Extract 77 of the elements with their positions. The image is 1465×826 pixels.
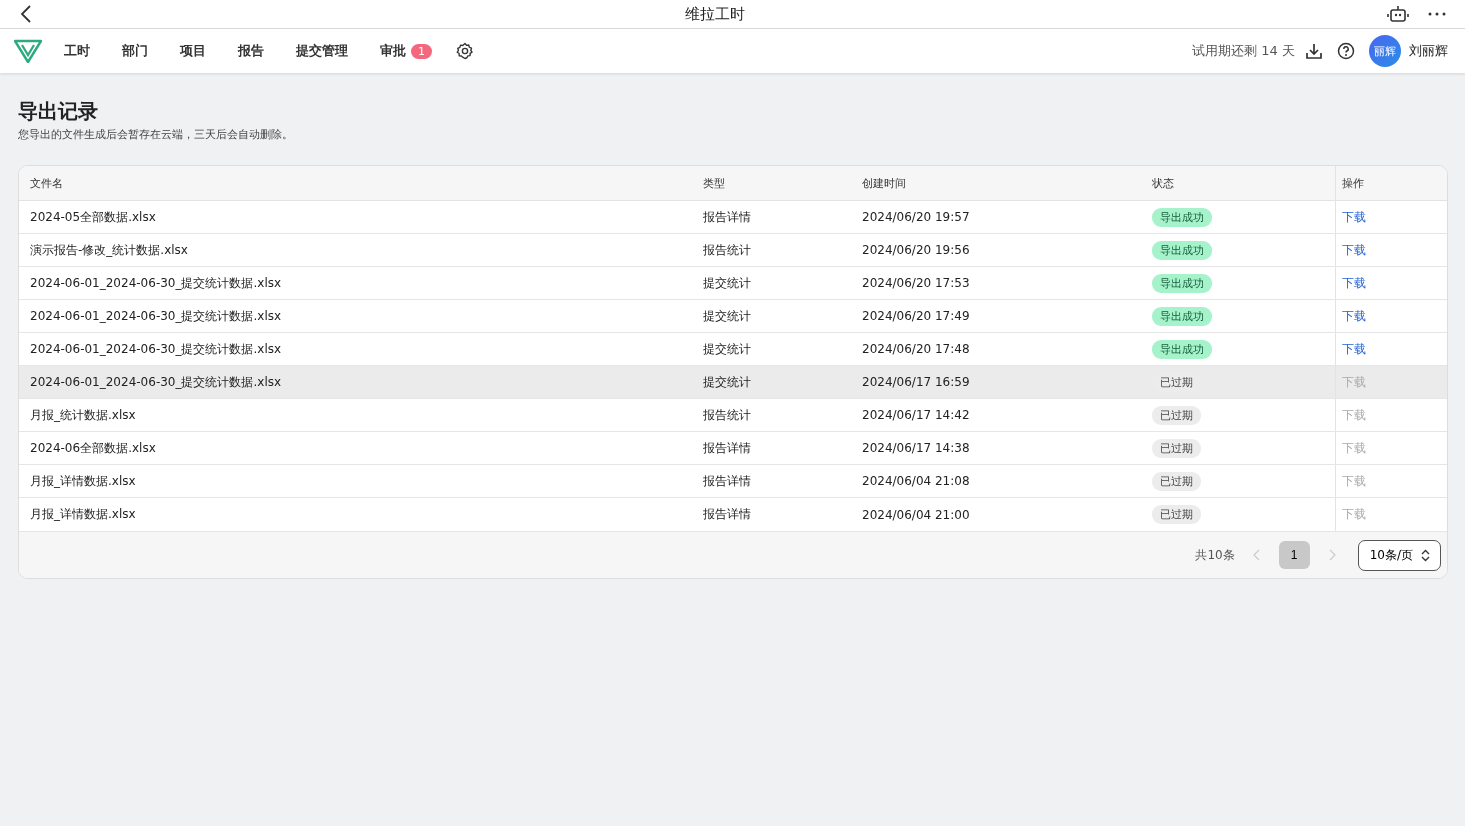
table-cell-text: 2024-06全部数据.xlsx <box>29 439 157 457</box>
table-cell-text: 2024/06/20 17:49 <box>861 308 971 325</box>
table-cell-text: 报告统计 <box>702 406 752 424</box>
logo-icon[interactable] <box>14 39 42 63</box>
nav-tab[interactable]: 审批 1 <box>380 38 432 64</box>
download-link[interactable]: 下载 <box>1342 208 1366 226</box>
table-cell-text: 2024/06/20 17:48 <box>861 341 971 358</box>
table-cell-text: 提交统计 <box>702 307 752 325</box>
table-cell-text: 提交统计 <box>702 340 752 358</box>
table-cell-text: 2024-06-01_2024-06-30_提交统计数据.xlsx <box>29 307 283 325</box>
table-cell-text: 2024/06/20 19:56 <box>861 242 971 259</box>
nav-tab[interactable]: 项目 <box>180 38 206 64</box>
column-header: 创建时间 <box>861 175 907 192</box>
window-title: 维拉工时 <box>683 4 746 24</box>
table-row[interactable]: 2024-06-01_2024-06-30_提交统计数据.xlsx 提交统计 2024/06/20 17:53 导出成功 下载 <box>19 267 1447 300</box>
download-link[interactable]: 下载 <box>1342 307 1366 325</box>
status-tag: 已过期 <box>1152 505 1201 524</box>
table-cell-text: 月报_详情数据.xlsx <box>29 506 137 523</box>
page-button[interactable]: 1 <box>1278 541 1310 569</box>
status-tag: 已过期 <box>1152 438 1201 458</box>
table-cell-text: 2024-05全部数据.xlsx <box>29 208 157 226</box>
table-cell-text: 报告详情 <box>702 472 752 490</box>
download-link[interactable]: 下载 <box>1342 340 1366 358</box>
user-name[interactable]: 刘丽辉 <box>1409 42 1448 60</box>
user-avatar[interactable]: 丽辉 <box>1369 35 1401 67</box>
table-cell-text: 2024/06/04 21:08 <box>861 473 971 490</box>
more-icon[interactable] <box>1427 11 1447 17</box>
table-cell-text: 2024-06-01_2024-06-30_提交统计数据.xlsx <box>29 373 283 391</box>
table-cell-text: 2024-06-01_2024-06-30_提交统计数据.xlsx <box>29 274 283 292</box>
nav-tab[interactable]: 提交管理 <box>296 38 348 64</box>
sort-caret-icon <box>1421 548 1430 562</box>
status-tag: 导出成功 <box>1152 207 1212 227</box>
status-tag: 已过期 <box>1152 405 1201 425</box>
table-row[interactable]: 2024-05全部数据.xlsx 报告详情 2024/06/20 19:57 导出成功 下载 <box>19 201 1447 234</box>
download-link[interactable]: 下载 <box>1342 274 1366 292</box>
count-badge: 1 <box>411 43 432 59</box>
table-cell-text: 2024/06/04 21:00 <box>861 506 971 524</box>
page-title: 导出记录 <box>18 98 99 125</box>
column-header: 类型 <box>702 175 726 192</box>
nav-tab[interactable]: 报告 <box>238 38 264 64</box>
table-cell-text: 报告详情 <box>702 439 752 457</box>
table-cell-text: 提交统计 <box>702 373 752 391</box>
status-tag: 导出成功 <box>1152 240 1212 260</box>
settings-icon[interactable] <box>456 42 474 60</box>
table-row[interactable]: 2024-06-01_2024-06-30_提交统计数据.xlsx 提交统计 2024/06/20 17:49 导出成功 下载 <box>19 300 1447 333</box>
total-count: 共10条 <box>1195 546 1235 564</box>
column-header: 状态 <box>1151 175 1175 192</box>
nav-tab[interactable]: 部门 <box>122 38 148 64</box>
page-size-select[interactable]: 10条/页 <box>1357 539 1441 571</box>
download-icon[interactable] <box>1305 42 1323 60</box>
status-tag: 导出成功 <box>1152 273 1212 293</box>
status-tag: 导出成功 <box>1152 306 1212 326</box>
help-icon[interactable] <box>1337 42 1355 60</box>
back-icon[interactable] <box>20 5 32 23</box>
page-subtitle: 您导出的文件生成后会暂存在云端，三天后会自动删除。 <box>18 127 294 142</box>
download-link[interactable]: 下载 <box>1342 241 1366 259</box>
table-cell-text: 月报_详情数据.xlsx <box>29 472 137 490</box>
column-header: 文件名 <box>29 175 64 192</box>
table-cell-text: 报告统计 <box>702 241 752 259</box>
table-cell-text: 提交统计 <box>702 274 752 292</box>
trial-notice: 试用期还剩 14 天 <box>1192 42 1295 60</box>
status-tag: 已过期 <box>1152 471 1201 491</box>
table-cell-text: 2024/06/20 17:53 <box>861 275 971 292</box>
nav-tab[interactable]: 工时 <box>64 38 90 64</box>
robot-icon[interactable] <box>1387 5 1409 23</box>
table-cell-text: 2024/06/17 16:59 <box>861 374 971 391</box>
column-header: 操作 <box>1335 166 1447 200</box>
table-cell-text: 2024/06/17 14:42 <box>861 407 971 424</box>
table-cell-text: 2024/06/20 19:57 <box>861 209 971 226</box>
table-cell-text: 月报_统计数据.xlsx <box>29 406 137 424</box>
status-tag: 导出成功 <box>1152 339 1212 359</box>
table-cell-text: 2024-06-01_2024-06-30_提交统计数据.xlsx <box>29 340 283 358</box>
table-cell-text: 2024/06/17 14:38 <box>861 440 971 457</box>
table-row[interactable]: 演示报告-修改_统计数据.xlsx 报告统计 2024/06/20 19:56 导出成功 下载 <box>19 234 1447 267</box>
table-cell-text: 报告详情 <box>702 506 752 523</box>
table-cell-text: 演示报告-修改_统计数据.xlsx <box>29 241 189 259</box>
table-cell-text: 报告详情 <box>702 208 752 226</box>
